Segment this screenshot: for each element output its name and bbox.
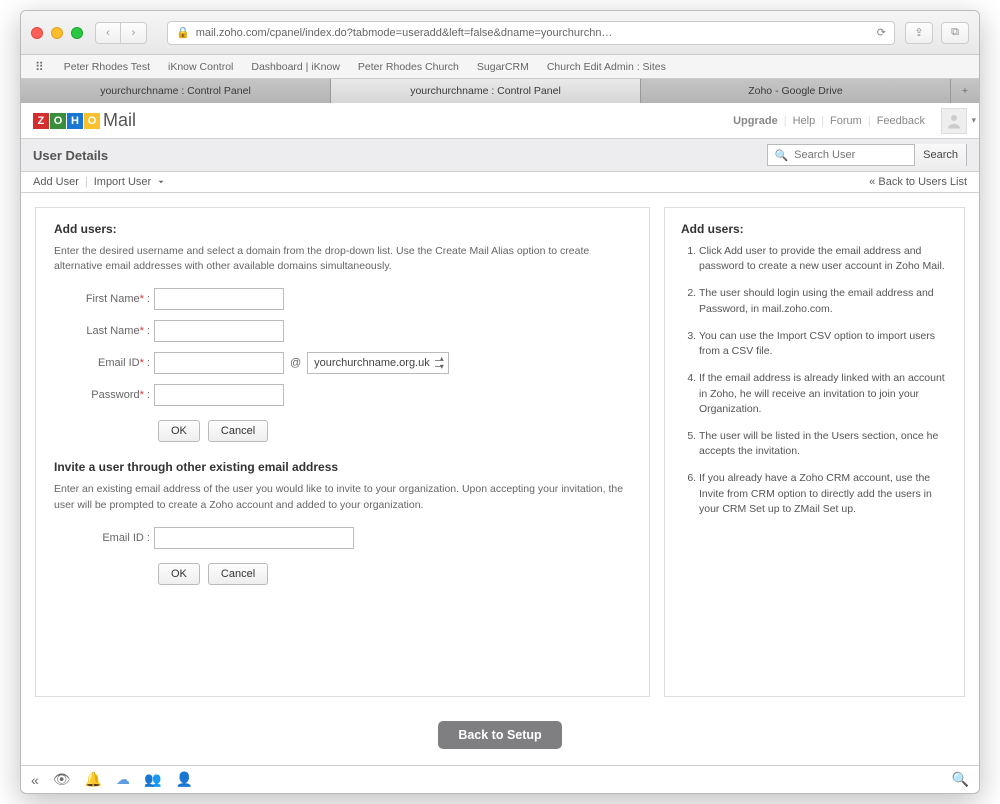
first-name-row: First Name* : — [54, 288, 631, 310]
bookmark-item[interactable]: Peter Rhodes Test — [64, 61, 150, 73]
help-item: If the email address is already linked w… — [699, 371, 948, 417]
browser-tab[interactable]: yourchurchname : Control Panel — [21, 79, 331, 103]
traffic-lights — [31, 27, 83, 39]
forum-link[interactable]: Forum — [830, 115, 862, 127]
invite-email-label: Email ID : — [54, 532, 154, 544]
help-heading: Add users: — [681, 222, 948, 236]
import-user-link[interactable]: Import User — [94, 176, 164, 188]
upgrade-link[interactable]: Upgrade — [733, 115, 778, 127]
nav-buttons: ‹ › — [95, 22, 147, 44]
browser-window: ‹ › 🔒 mail.zoho.com/cpanel/index.do?tabm… — [20, 10, 980, 794]
last-name-row: Last Name* : — [54, 320, 631, 342]
help-item: The user should login using the email ad… — [699, 286, 948, 316]
back-setup-wrap: Back to Setup — [21, 711, 979, 765]
status-bar: « 👁 🔔 ☁ 👥 👤 🔍 — [21, 765, 979, 793]
back-to-setup-button[interactable]: Back to Setup — [438, 721, 561, 749]
close-window-button[interactable] — [31, 27, 43, 39]
invite-ok-button[interactable]: OK — [158, 563, 200, 585]
top-links: Upgrade | Help | Forum | Feedback — [733, 108, 967, 134]
invite-email-field[interactable] — [154, 527, 354, 549]
url-text: mail.zoho.com/cpanel/index.do?tabmode=us… — [196, 27, 613, 39]
at-sign: @ — [290, 357, 301, 369]
tab-strip: yourchurchname : Control Panel yourchurc… — [21, 79, 979, 103]
minimize-window-button[interactable] — [51, 27, 63, 39]
last-name-field[interactable] — [154, 320, 284, 342]
invite-desc: Enter an existing email address of the u… — [54, 482, 631, 512]
email-field[interactable] — [154, 352, 284, 374]
add-users-desc: Enter the desired username and select a … — [54, 244, 631, 274]
form-panel: Add users: Enter the desired username an… — [35, 207, 650, 697]
page-header: User Details 🔍 Search — [21, 139, 979, 172]
back-to-users-link[interactable]: Back to Users List — [869, 176, 967, 188]
zoho-logo[interactable]: ZOHO Mail — [33, 110, 136, 131]
first-name-label: First Name* : — [54, 293, 154, 305]
help-item: If you already have a Zoho CRM account, … — [699, 471, 948, 517]
last-name-label: Last Name* : — [54, 325, 154, 337]
add-user-link[interactable]: Add User — [33, 176, 79, 188]
bookmark-item[interactable]: Dashboard | iKnow — [251, 61, 340, 73]
reload-icon[interactable]: ⟳ — [877, 26, 886, 39]
browser-tab-active[interactable]: yourchurchname : Control Panel — [331, 79, 641, 103]
search-icon: 🔍 — [768, 149, 794, 162]
bookmark-item[interactable]: SugarCRM — [477, 61, 529, 73]
password-row: Password* : — [54, 384, 631, 406]
actions-row: Add User | Import User Back to Users Lis… — [21, 172, 979, 193]
avatar[interactable] — [941, 108, 967, 134]
bookmark-item[interactable]: iKnow Control — [168, 61, 233, 73]
invite-heading: Invite a user through other existing ema… — [54, 460, 631, 474]
chevron-updown-icon: ▴▾ — [440, 355, 444, 371]
password-label: Password* : — [54, 389, 154, 401]
app-header: ZOHO Mail Upgrade | Help | Forum | Feedb… — [21, 103, 979, 139]
invite-buttons: OK Cancel — [158, 563, 631, 585]
help-list: Click Add user to provide the email addr… — [699, 244, 948, 517]
help-panel: Add users: Click Add user to provide the… — [664, 207, 965, 697]
browser-tab[interactable]: Zoho - Google Drive — [641, 79, 951, 103]
add-users-heading: Add users: — [54, 222, 631, 236]
back-button[interactable]: ‹ — [95, 22, 121, 44]
dropdown-icon — [158, 179, 164, 185]
first-name-field[interactable] — [154, 288, 284, 310]
tabs-button[interactable]: ⧉ — [941, 22, 969, 44]
help-item: The user will be listed in the Users sec… — [699, 429, 948, 459]
user-icon — [945, 112, 963, 130]
apps-icon[interactable]: ⠿ — [35, 60, 42, 74]
help-link[interactable]: Help — [793, 115, 816, 127]
help-item: Click Add user to provide the email addr… — [699, 244, 948, 274]
main-area: Add users: Enter the desired username an… — [21, 193, 979, 711]
share-button[interactable]: ⇪ — [905, 22, 933, 44]
browser-chrome: ‹ › 🔒 mail.zoho.com/cpanel/index.do?tabm… — [21, 11, 979, 55]
domain-select[interactable]: yourchurchname.org.uk ▴▾ — [307, 352, 449, 374]
feedback-link[interactable]: Feedback — [877, 115, 925, 127]
email-row: Email ID* : @ yourchurchname.org.uk ▴▾ — [54, 352, 631, 374]
lock-icon: 🔒 — [176, 26, 190, 39]
bookmarks-bar: ⠿ Peter Rhodes Test iKnow Control Dashbo… — [21, 55, 979, 79]
password-field[interactable] — [154, 384, 284, 406]
add-user-buttons: OK Cancel — [158, 420, 631, 442]
maximize-window-button[interactable] — [71, 27, 83, 39]
forward-button[interactable]: › — [121, 22, 147, 44]
help-item: You can use the Import CSV option to imp… — [699, 329, 948, 359]
invite-cancel-button[interactable]: Cancel — [208, 563, 268, 585]
search-input[interactable] — [794, 145, 914, 165]
address-bar[interactable]: 🔒 mail.zoho.com/cpanel/index.do?tabmode=… — [167, 21, 895, 45]
bookmark-item[interactable]: Peter Rhodes Church — [358, 61, 459, 73]
page-title: User Details — [33, 148, 108, 163]
search-user-box: 🔍 Search — [767, 144, 967, 166]
search-button[interactable]: Search — [914, 144, 966, 166]
ok-button[interactable]: OK — [158, 420, 200, 442]
chrome-right-controls: ⇪ ⧉ — [905, 22, 969, 44]
invite-email-row: Email ID : — [54, 527, 631, 549]
new-tab-button[interactable]: + — [951, 79, 979, 103]
email-label: Email ID* : — [54, 357, 154, 369]
cancel-button[interactable]: Cancel — [208, 420, 268, 442]
bookmark-item[interactable]: Church Edit Admin : Sites — [547, 61, 666, 73]
